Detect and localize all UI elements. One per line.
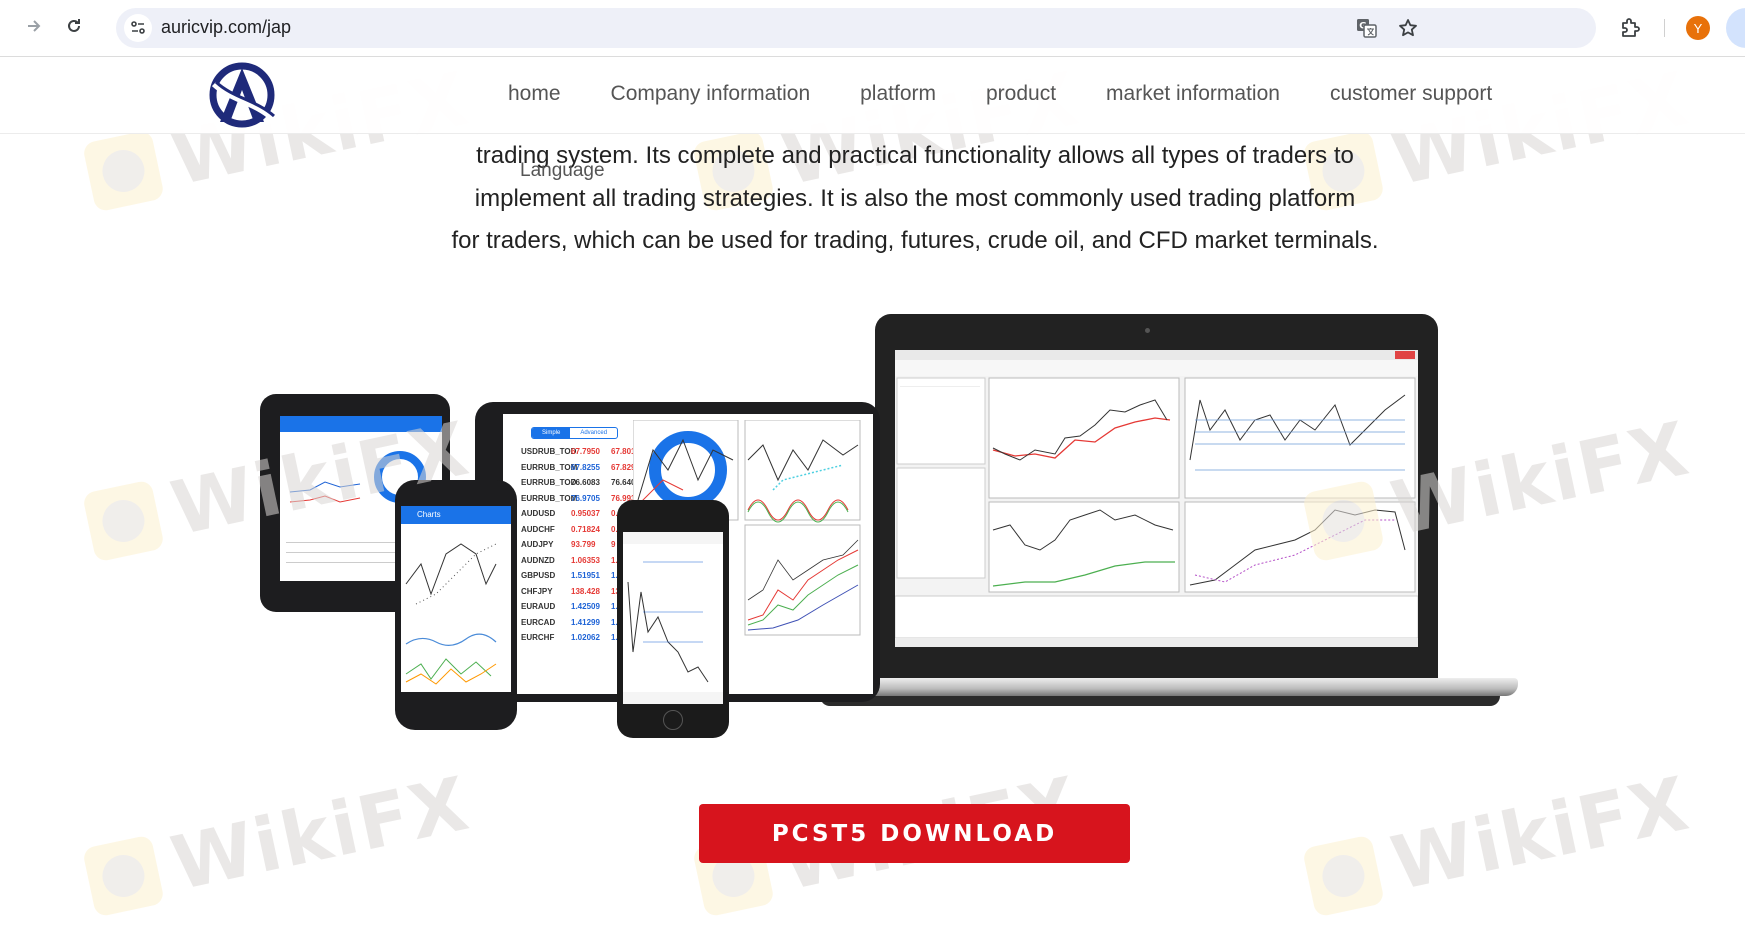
quote-symbol: AUDNZD (521, 555, 555, 565)
watermark-logo-icon (81, 834, 165, 918)
devices-hero-image: Simple Advanced USDRUB_TOD 67.7950 67.8019… (260, 310, 1520, 770)
laptop-base-shadow (820, 696, 1500, 706)
main-nav: home Company information platform produc… (508, 82, 1542, 106)
auric-logo-icon (209, 62, 275, 128)
nav-company-information[interactable]: Company information (611, 82, 811, 106)
extensions-button[interactable] (1617, 15, 1643, 41)
quote-bid: 1.51951 (571, 571, 600, 581)
quote-bid: 1.06353 (571, 555, 600, 565)
quote-symbol: EURRUB_TOM (521, 462, 578, 472)
quote-bid: 67.8255 (571, 462, 600, 472)
watermark-logo-icon (81, 479, 165, 563)
laptop-camera (1145, 328, 1150, 333)
nav-platform[interactable]: platform (860, 82, 936, 106)
nav-product[interactable]: product (986, 82, 1056, 106)
quote-symbol: AUDUSD (521, 509, 556, 519)
forward-icon (28, 20, 41, 32)
quote-symbol: EURRUB_TOD (521, 478, 577, 488)
tab-advanced: Advanced (580, 430, 608, 436)
laptop-base (800, 678, 1518, 696)
bookmark-button[interactable] (1397, 17, 1419, 39)
side-panel-button[interactable] (1726, 8, 1745, 48)
quote-symbol: AUDJPY (521, 540, 554, 550)
address-bar[interactable]: auricvip.com/jap G (116, 8, 1596, 48)
site-header: home Company information platform produc… (0, 58, 1745, 134)
watermark: WikiFX (1300, 761, 1697, 925)
iphone (617, 500, 729, 738)
laptop (875, 314, 1438, 689)
site-logo[interactable] (206, 60, 278, 130)
nav-customer-support[interactable]: customer support (1330, 82, 1492, 106)
toolbar-separator (1664, 19, 1665, 37)
small-tablet-app-bar (280, 416, 442, 432)
platform-description: trading system. Its complete and practic… (400, 135, 1430, 263)
quote-bid: 67.7950 (571, 447, 600, 457)
reload-button[interactable] (62, 14, 86, 38)
nav-home[interactable]: home (508, 82, 561, 106)
quote-bid: 1.42509 (571, 602, 600, 612)
quote-bid: 76.9705 (571, 493, 600, 503)
quote-symbol: EURCAD (521, 617, 556, 627)
quote-bid: 76.6083 (571, 478, 600, 488)
watermark-logo-icon (81, 129, 165, 213)
translate-icon: G (1357, 19, 1377, 38)
desktop-platform-screenshot (895, 350, 1418, 647)
quote-symbol: EURRUB_TOM (521, 493, 578, 503)
language-selector[interactable]: Language (520, 160, 605, 182)
quote-symbol: EURCHF (521, 633, 555, 643)
watermark: WikiFX (80, 761, 477, 925)
quote-bid: 138.428 (571, 586, 600, 596)
quote-bid: 0.71824 (571, 524, 600, 534)
site-info-icon (131, 21, 145, 34)
translate-button[interactable]: G (1356, 17, 1378, 39)
android-screen: Charts (401, 506, 511, 692)
quote-symbol: GBPUSD (521, 571, 556, 581)
android-app-bar: Charts (401, 506, 511, 524)
quote-symbol: EURAUD (521, 602, 556, 612)
nav-market-information[interactable]: market information (1106, 82, 1280, 106)
quote-row: EURRUB_TOM 67.8255 67.8298 (521, 460, 641, 476)
watermark-logo-icon (1301, 834, 1385, 918)
iphone-charts (623, 532, 723, 704)
quote-bid: 0.95037 (571, 509, 600, 519)
description-line: implement all trading strategies. It is … (474, 184, 1356, 212)
site-info-button[interactable] (124, 14, 152, 42)
browser-toolbar: auricvip.com/jap G Y (0, 0, 1745, 57)
quote-bid: 1.41299 (571, 617, 600, 627)
home-button (663, 710, 683, 730)
description-line: for traders, which can be used for tradi… (451, 227, 1379, 254)
forward-button[interactable] (22, 14, 46, 38)
bookmark-star-icon (1399, 19, 1417, 37)
profile-avatar[interactable]: Y (1686, 16, 1710, 40)
quote-symbol: CHFJPY (521, 586, 553, 596)
tab-simple: Simple (532, 428, 571, 438)
tablet-tabs: Simple Advanced (531, 427, 619, 439)
laptop-screen (895, 350, 1418, 647)
quote-bid: 93.799 (571, 540, 596, 550)
iphone-screen (623, 532, 723, 704)
quote-symbol: USDRUB_TOD (521, 447, 577, 457)
quote-row: USDRUB_TOD 67.7950 67.8019 (521, 444, 641, 460)
quote-symbol: AUDCHF (521, 524, 555, 534)
android-charts (405, 543, 497, 685)
url-text[interactable]: auricvip.com/jap (161, 17, 291, 38)
pcst5-download-button[interactable]: PCST5 DOWNLOAD (699, 804, 1130, 863)
quote-row: EURRUB_TOD 76.6083 76.6400 (521, 475, 641, 491)
android-phone: Charts (395, 480, 517, 730)
extensions-icon (1622, 18, 1640, 37)
quote-bid: 1.02062 (571, 633, 600, 643)
reload-icon (68, 19, 80, 32)
